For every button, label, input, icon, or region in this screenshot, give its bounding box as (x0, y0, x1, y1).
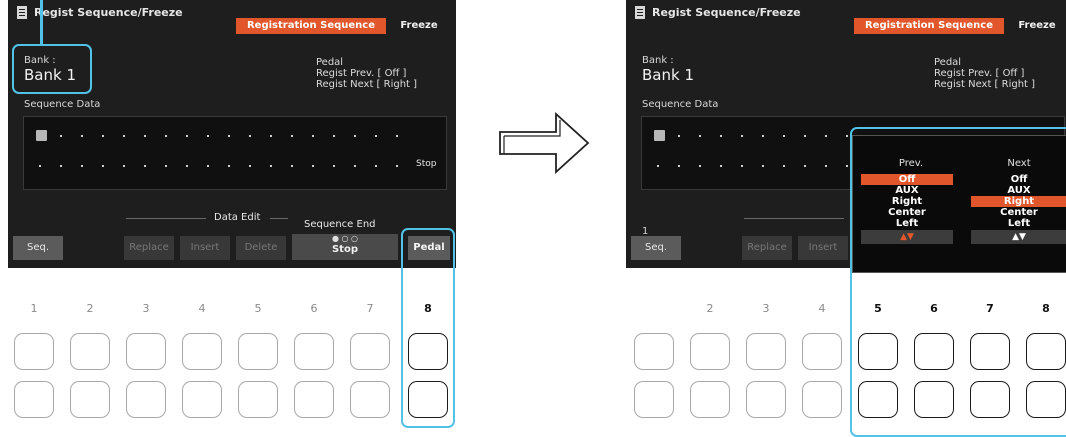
transition-arrow-icon (499, 112, 590, 174)
pedal-title: Pedal (316, 57, 344, 68)
hardware-button-1-lower[interactable] (634, 381, 674, 418)
button-number-7: 7 (366, 302, 374, 315)
replace-button[interactable]: Replace (124, 236, 174, 260)
hardware-button-1-lower[interactable] (14, 381, 54, 418)
data-edit-line-left (126, 218, 206, 219)
screen-title: Regist Sequence/Freeze (652, 6, 801, 19)
hardware-button-3-lower[interactable] (746, 381, 786, 418)
hardware-button-7-upper[interactable] (350, 333, 390, 370)
hardware-button-2-lower[interactable] (690, 381, 730, 418)
hardware-button-4-lower[interactable] (182, 381, 222, 418)
tab-registration-sequence[interactable]: Registration Sequence (854, 18, 1004, 34)
tab-registration-sequence[interactable]: Registration Sequence (236, 18, 386, 34)
hardware-button-6-lower[interactable] (914, 381, 954, 418)
screen-header: Regist Sequence/Freeze Registration Sequ… (626, 0, 1066, 34)
bank-highlight (12, 44, 92, 94)
sequence-stop-label: Stop (416, 159, 437, 169)
hardware-button-7-lower[interactable] (970, 381, 1010, 418)
insert-button[interactable]: Insert (798, 236, 848, 260)
menu-icon (17, 6, 27, 19)
hardware-button-1-upper[interactable] (14, 333, 54, 370)
sequence-end-selector[interactable]: ● ○ ○ Stop (292, 234, 398, 260)
sequence-cursor (36, 130, 47, 141)
hardware-button-6-upper[interactable] (294, 333, 334, 370)
replace-button[interactable]: Replace (742, 236, 792, 260)
bank-value[interactable]: Bank 1 (642, 66, 694, 84)
sequence-data-label: Sequence Data (642, 99, 719, 110)
hardware-button-4-lower[interactable] (802, 381, 842, 418)
regist-prev: Regist Prev. [ Off ] (934, 68, 1025, 79)
left-panel: Regist Sequence/Freeze Registration Sequ… (0, 0, 470, 428)
insert-button[interactable]: Insert (180, 236, 230, 260)
hardware-button-5-lower[interactable] (238, 381, 278, 418)
button-number-8: 8 (424, 302, 432, 315)
hardware-button-7-upper[interactable] (970, 333, 1010, 370)
menu-icon (635, 6, 645, 19)
pedal-settings: Pedal Regist Prev. [ Off ] Regist Next [… (934, 57, 1035, 90)
tab-freeze[interactable]: Freeze (1010, 18, 1064, 34)
regist-prev: Regist Prev. [ Off ] (316, 68, 407, 79)
pedal-settings: Pedal Regist Prev. [ Off ] Regist Next [… (316, 57, 417, 90)
hardware-button-5-upper[interactable] (238, 333, 278, 370)
hardware-button-5-lower[interactable] (858, 381, 898, 418)
sequence-end-dots: ● ○ ○ (331, 234, 359, 243)
sequence-cursor (654, 130, 665, 141)
hardware-button-2-upper[interactable] (70, 333, 110, 370)
button-number-4: 4 (198, 302, 206, 315)
hardware-button-2-upper[interactable] (690, 333, 730, 370)
button-number-8: 8 (1042, 302, 1050, 315)
button-number-6: 6 (310, 302, 318, 315)
hardware-button-8-upper[interactable] (408, 333, 448, 370)
right-panel: Regist Sequence/Freeze Registration Sequ… (618, 0, 1066, 437)
screen-header: Regist Sequence/Freeze Registration Sequ… (8, 0, 456, 34)
hardware-button-4-upper[interactable] (182, 333, 222, 370)
data-edit-line-right (270, 218, 288, 219)
callout-line-bank (40, 0, 43, 45)
hardware-button-5-upper[interactable] (858, 333, 898, 370)
sequence-data-label: Sequence Data (24, 99, 101, 110)
tab-freeze[interactable]: Freeze (392, 18, 446, 34)
sequence-end-value: Stop (331, 244, 358, 255)
hardware-button-8-lower[interactable] (408, 381, 448, 418)
button-number-7: 7 (986, 302, 994, 315)
hardware-button-6-upper[interactable] (914, 333, 954, 370)
sequence-data-area[interactable]: Stop (23, 116, 447, 190)
delete-button[interactable]: Delete (236, 236, 286, 260)
button-number-5: 5 (254, 302, 262, 315)
hardware-button-8-upper[interactable] (1026, 333, 1066, 370)
hardware-button-6-lower[interactable] (294, 381, 334, 418)
sequence-end-label: Sequence End (304, 219, 376, 230)
button-number-6: 6 (930, 302, 938, 315)
button-number-3: 3 (142, 302, 150, 315)
data-edit-line-left (744, 218, 844, 219)
hardware-button-3-upper[interactable] (126, 333, 166, 370)
screen-title: Regist Sequence/Freeze (34, 6, 183, 19)
seq-button[interactable]: Seq. (13, 236, 63, 260)
hardware-button-8-lower[interactable] (1026, 381, 1066, 418)
bank-label: Bank : (642, 55, 674, 66)
hardware-button-7-lower[interactable] (350, 381, 390, 418)
button-number-2: 2 (86, 302, 94, 315)
lcd-screen: Regist Sequence/Freeze Registration Sequ… (8, 0, 456, 268)
hardware-button-3-upper[interactable] (746, 333, 786, 370)
button-number-4: 4 (818, 302, 826, 315)
button-number-1: 1 (30, 302, 38, 315)
regist-next: Regist Next [ Right ] (316, 79, 418, 90)
button-number-5: 5 (874, 302, 882, 315)
button-number-2: 2 (706, 302, 714, 315)
hardware-button-1-upper[interactable] (634, 333, 674, 370)
hardware-button-2-lower[interactable] (70, 381, 110, 418)
button-number-3: 3 (762, 302, 770, 315)
regist-next: Regist Next [ Right ] (934, 79, 1036, 90)
data-edit-label: Data Edit (214, 212, 261, 223)
hardware-button-4-upper[interactable] (802, 333, 842, 370)
seq-button[interactable]: Seq. (631, 236, 681, 260)
pedal-title: Pedal (934, 57, 962, 68)
hardware-button-3-lower[interactable] (126, 381, 166, 418)
